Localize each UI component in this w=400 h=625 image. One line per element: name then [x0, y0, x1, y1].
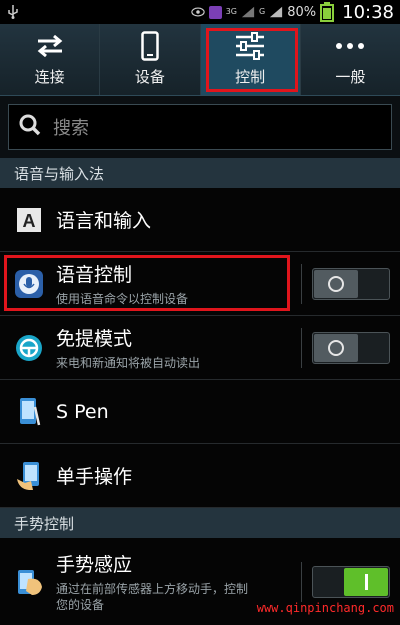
section-header-gesture: 手势控制: [0, 508, 400, 538]
hand-gesture-icon: [14, 567, 44, 597]
usb-icon: [6, 5, 20, 19]
row-title: 免提模式: [56, 328, 133, 350]
battery-icon: [320, 2, 335, 22]
row-title: 语音控制: [56, 264, 133, 286]
row-subtitle: 使用语音命令以控制设备: [56, 292, 189, 306]
row-title: 手势感应: [56, 554, 133, 576]
battery-percent: 80%: [287, 4, 317, 20]
network-type-3g: 3G: [225, 7, 238, 16]
steering-wheel-icon: [14, 333, 44, 363]
search-placeholder: 搜索: [53, 118, 89, 139]
search-icon: [19, 114, 41, 140]
spen-icon: [14, 397, 44, 427]
divider: [301, 327, 302, 368]
row-title: 语言和输入: [56, 210, 152, 232]
tab-label: 连接: [34, 68, 65, 86]
section-header-voice-input: 语音与输入法: [0, 158, 400, 188]
row-subtitle: 来电和新通知将被自动读出: [56, 356, 201, 370]
gesture-sense-toggle[interactable]: [312, 565, 390, 598]
divider: [301, 263, 302, 304]
tab-label: 控制: [235, 68, 266, 86]
list-item-language-input[interactable]: A 语言和输入: [0, 188, 400, 252]
arrows-swap-icon: [35, 32, 65, 60]
clock: 10:38: [342, 1, 394, 23]
one-hand-icon: [14, 461, 44, 491]
tab-connections[interactable]: 连接: [0, 24, 101, 95]
voice-control-toggle[interactable]: [312, 267, 390, 300]
tab-label: 一般: [335, 68, 366, 86]
tab-device[interactable]: 设备: [100, 24, 201, 95]
divider: [301, 561, 302, 602]
eye-icon: [191, 5, 205, 19]
settings-tabs: 连接 设备 控制 一般: [0, 24, 400, 96]
tab-general[interactable]: 一般: [301, 24, 400, 95]
handsfree-toggle[interactable]: [312, 331, 390, 364]
list-item-voice-control[interactable]: 语音控制 使用语音命令以控制设备: [0, 252, 400, 316]
sliders-icon: [234, 32, 266, 60]
more-dots-icon: [335, 32, 365, 60]
row-subtitle: 通过在前部传感器上方移动手，控制您的设备: [56, 582, 249, 612]
svg-text:A: A: [23, 211, 36, 231]
search-input[interactable]: 搜索: [8, 104, 392, 150]
search-bar: 搜索: [0, 96, 400, 158]
signal-icon-2: [269, 5, 283, 19]
list-item-handsfree[interactable]: 免提模式 来电和新通知将被自动读出: [0, 316, 400, 380]
watermark-text: www.qinpinchang.com: [256, 601, 394, 615]
status-bar: 3G G 80% 10:38: [0, 0, 400, 24]
home-app-icon: [208, 5, 222, 19]
phone-icon: [141, 31, 159, 61]
language-a-icon: A: [14, 205, 44, 235]
row-title: 单手操作: [56, 466, 133, 488]
signal-icon: [241, 5, 255, 19]
list-item-one-hand[interactable]: 单手操作: [0, 444, 400, 508]
tab-label: 设备: [134, 68, 165, 86]
microphone-icon: [14, 269, 44, 299]
tab-controls[interactable]: 控制: [200, 24, 301, 95]
network-type-g: G: [259, 7, 266, 16]
list-item-spen[interactable]: S Pen: [0, 380, 400, 444]
row-title: S Pen: [56, 400, 109, 423]
